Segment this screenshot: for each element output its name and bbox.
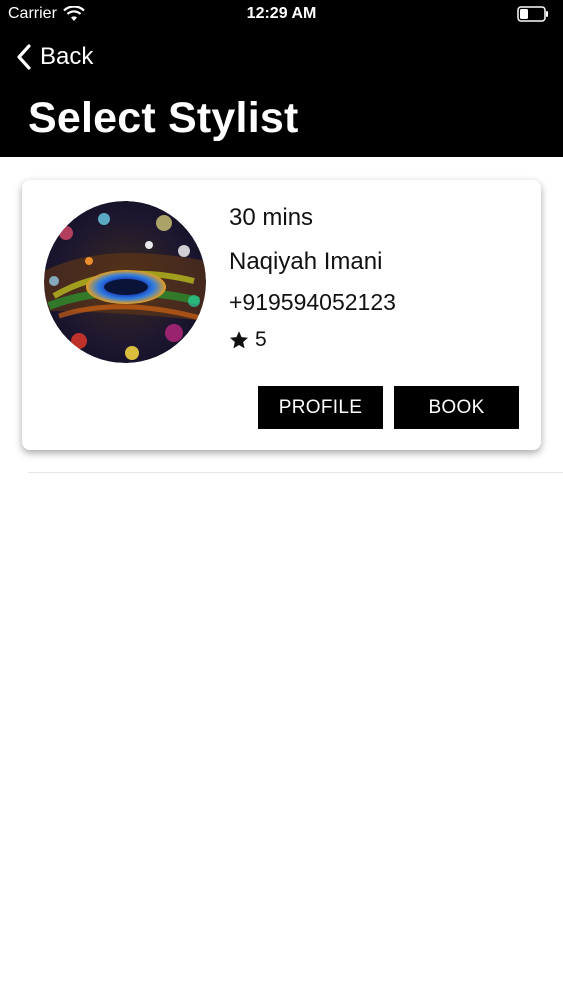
header: Carrier 12:29 AM Back Select Stylist xyxy=(0,0,563,157)
avatar[interactable] xyxy=(44,201,206,363)
book-button[interactable]: BOOK xyxy=(394,386,519,429)
stylist-rating: 5 xyxy=(229,328,267,352)
chevron-left-icon xyxy=(17,44,31,70)
back-label: Back xyxy=(40,43,94,70)
page-title: Select Stylist xyxy=(28,94,299,142)
stylist-card: 30 mins Naqiyah Imani +919594052123 5 PR… xyxy=(22,180,541,450)
service-duration: 30 mins xyxy=(229,204,314,231)
battery-icon xyxy=(517,6,548,22)
stylist-name: Naqiyah Imani xyxy=(229,248,383,275)
status-bar: Carrier 12:29 AM xyxy=(0,0,563,30)
back-button[interactable]: Back xyxy=(16,40,93,74)
stylist-phone: +919594052123 xyxy=(229,289,396,315)
list-divider xyxy=(28,472,563,473)
status-time: 12:29 AM xyxy=(246,5,317,22)
star-icon xyxy=(230,331,248,349)
rating-value: 5 xyxy=(255,328,267,351)
profile-button[interactable]: PROFILE xyxy=(258,386,383,429)
